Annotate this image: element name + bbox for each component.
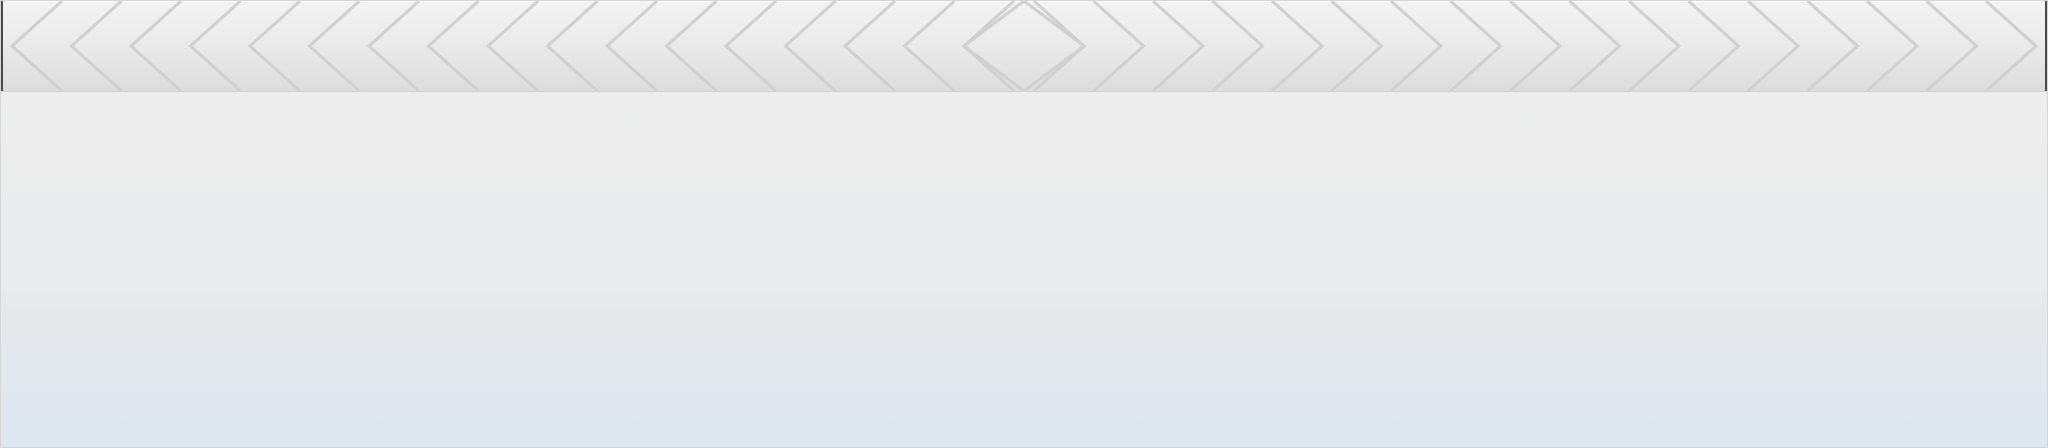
- chevron-left: [128, 1, 183, 91]
- chevron-left: [902, 1, 956, 91]
- chevron-left: [426, 1, 480, 91]
- chevron-left: [188, 1, 242, 91]
- chevron-right: [1330, 1, 1384, 91]
- chevron-left: [247, 1, 302, 91]
- chevron-right: [1687, 1, 1741, 91]
- chevron-left: [723, 1, 778, 91]
- chevron-left: [69, 1, 123, 91]
- chevron-left: [307, 1, 361, 91]
- chevron-right: [1270, 1, 1325, 91]
- chevron-right: [1806, 1, 1860, 91]
- chevron-right: [1389, 1, 1444, 91]
- chevron-right: [1865, 1, 1920, 91]
- chevron-right: [1627, 1, 1682, 91]
- chevron-left: [485, 1, 540, 91]
- decorative-header-band: [1, 1, 2047, 92]
- header-left-edge: [1, 1, 3, 91]
- chevron-right: [1092, 1, 1146, 91]
- chevron-right: [1984, 1, 2039, 91]
- chevron-right: [1508, 1, 1563, 91]
- chevron-left: [664, 1, 718, 91]
- chevron-left: [366, 1, 421, 91]
- app-frame: [0, 0, 2048, 448]
- chevron-left: [545, 1, 599, 91]
- center-diamond: [961, 1, 1087, 91]
- chevron-left: [842, 1, 897, 91]
- header-right-edge: [2045, 1, 2047, 91]
- chevron-left: [9, 1, 64, 91]
- chevron-left: [604, 1, 659, 91]
- chevron-right: [1925, 1, 1979, 91]
- main-content-area: [1, 92, 2047, 447]
- chevron-right: [1449, 1, 1503, 91]
- chevron-right: [1746, 1, 1801, 91]
- chevron-right: [1151, 1, 1206, 91]
- chevron-pattern: [1, 1, 2047, 91]
- chevron-right: [1211, 1, 1265, 91]
- chevron-right: [1568, 1, 1622, 91]
- chevron-left: [783, 1, 837, 91]
